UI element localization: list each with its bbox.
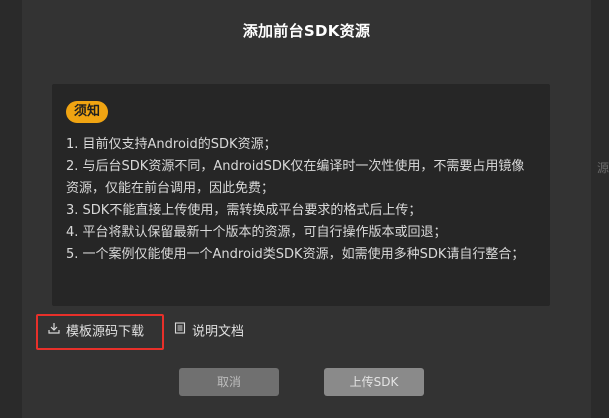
- screen: 源 添加前台SDK资源 须知 1. 目前仅支持Android的SDK资源； 2.…: [0, 0, 609, 418]
- add-sdk-dialog: 添加前台SDK资源 须知 1. 目前仅支持Android的SDK资源； 2. 与…: [22, 0, 591, 418]
- notice-item: 3. SDK不能直接上传使用，需转换成平台要求的格式后上传；: [66, 203, 422, 218]
- document-icon: [174, 313, 186, 349]
- notice-list: 1. 目前仅支持Android的SDK资源； 2. 与后台SDK资源不同，And…: [66, 134, 532, 266]
- documentation-link-label: 说明文档: [192, 324, 245, 340]
- download-link-label: 模板源码下载: [66, 324, 145, 340]
- backdrop-text-fragment: 源: [596, 161, 609, 175]
- notice-tag: 须知: [66, 101, 109, 123]
- dialog-title: 添加前台SDK资源: [242, 22, 371, 40]
- notice-item: 1. 目前仅支持Android的SDK资源；: [66, 137, 277, 152]
- upload-sdk-button[interactable]: 上传SDK: [324, 368, 424, 396]
- notice-panel: 须知 1. 目前仅支持Android的SDK资源； 2. 与后台SDK资源不同，…: [52, 84, 550, 306]
- notice-item: 5. 一个案例仅能使用一个Android类SDK资源，如需使用多种SDK请自行整…: [66, 247, 525, 262]
- notice-item: 2. 与后台SDK资源不同，AndroidSDK仅在编译时一次性使用，不需要占用…: [66, 159, 525, 196]
- backdrop-right: 源: [591, 0, 609, 418]
- cancel-button[interactable]: 取消: [179, 368, 279, 396]
- download-icon: [48, 315, 60, 347]
- backdrop-left: [0, 0, 22, 418]
- template-download-link[interactable]: 模板源码下载: [36, 314, 164, 350]
- documentation-link[interactable]: 说明文档: [174, 314, 244, 350]
- notice-item: 4. 平台将默认保留最新十个版本的资源，可自行操作版本或回退；: [66, 225, 447, 240]
